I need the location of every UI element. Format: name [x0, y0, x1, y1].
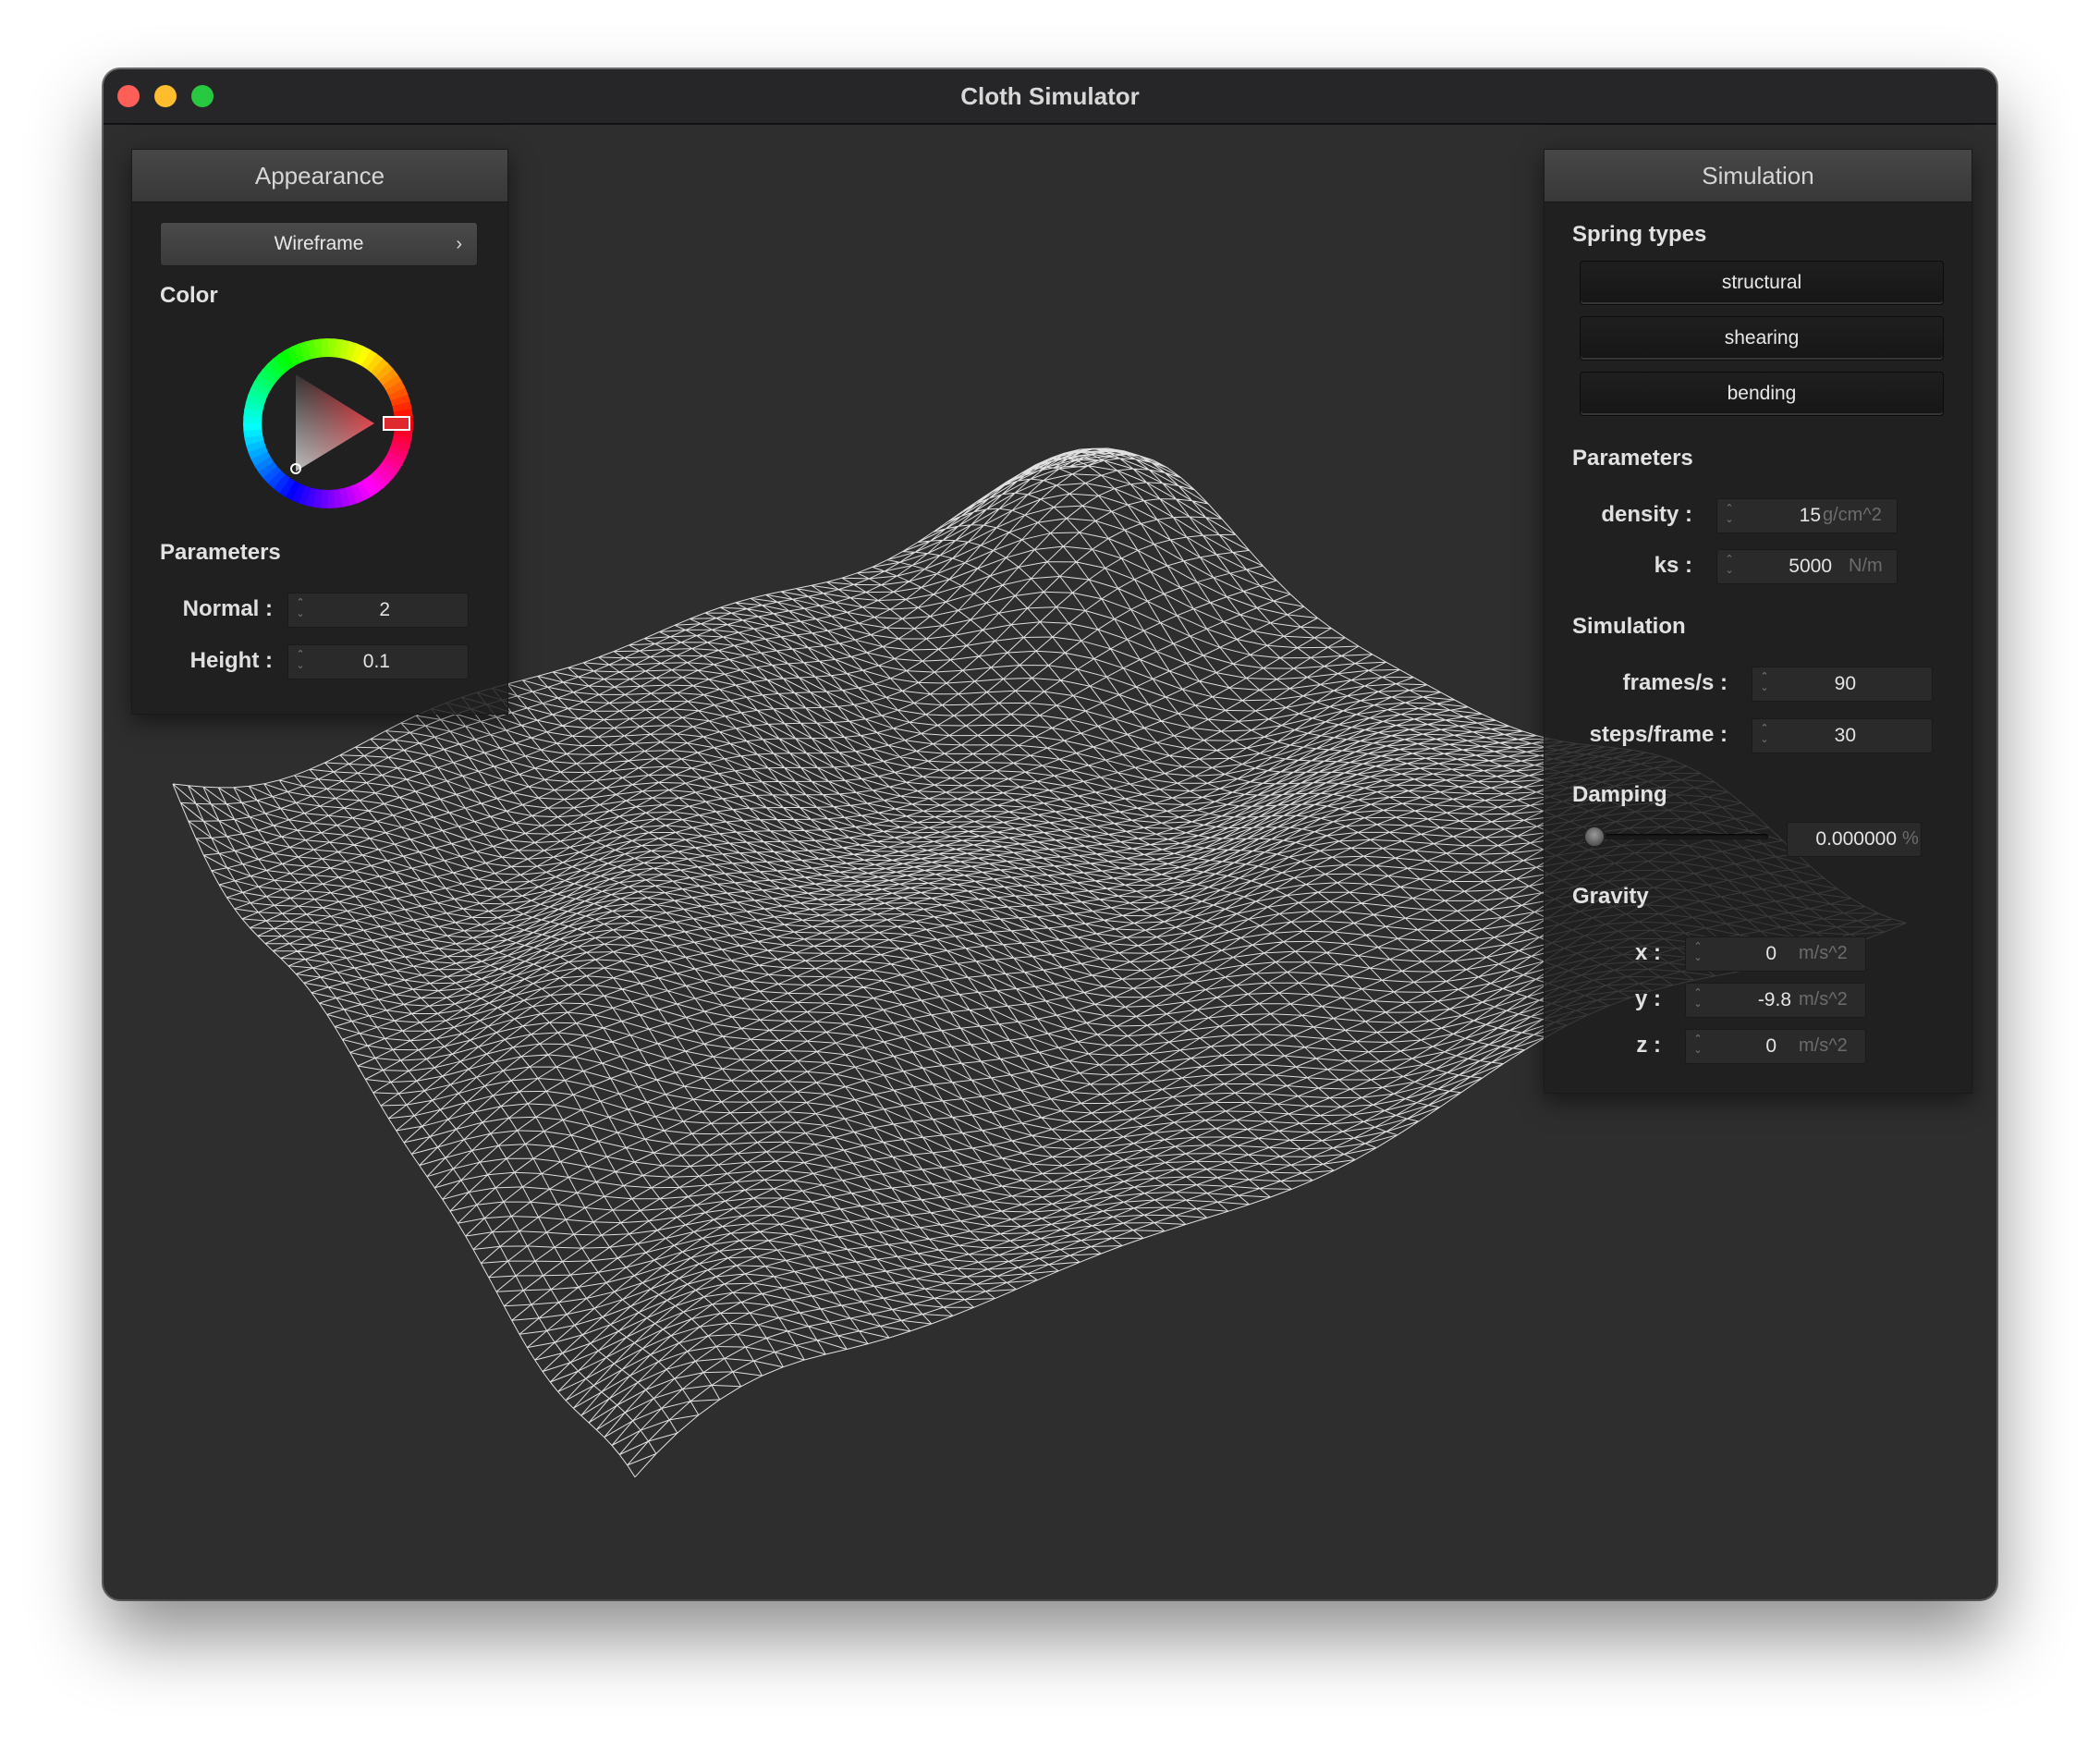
spring-shearing-toggle[interactable]: shearing: [1580, 316, 1944, 361]
height-label: Height :: [189, 648, 273, 673]
damping-slider-track[interactable]: [1587, 834, 1768, 839]
shader-select-button[interactable]: Wireframe ›: [160, 222, 478, 266]
spinner-arrows-icon[interactable]: ⌃ ⌄: [1758, 723, 1771, 749]
height-value: 0.1: [362, 651, 390, 672]
gravity-z-value: 0: [1765, 1035, 1776, 1057]
gravity-y-label: y :: [1634, 986, 1661, 1011]
window-title: Cloth Simulator: [960, 82, 1140, 110]
spinner-arrows-icon[interactable]: ⌃ ⌄: [1723, 554, 1736, 580]
gravity-x-value: 0: [1765, 943, 1776, 964]
ks-label: ks :: [1654, 553, 1692, 578]
normal-value: 2: [379, 599, 390, 620]
gravity-z-label: z :: [1636, 1033, 1661, 1058]
chevron-right-icon: ›: [456, 234, 462, 254]
shader-select-label: Wireframe: [274, 233, 364, 254]
simulation-panel: Simulation Spring types structural shear…: [1544, 149, 1972, 1094]
gravity-x-input[interactable]: ⌃ ⌄ 0 m/s^2: [1685, 936, 1866, 972]
simulation-section-label: Simulation: [1572, 614, 1686, 639]
normal-input[interactable]: ⌃ ⌄ 2: [287, 593, 469, 628]
normal-label: Normal :: [182, 596, 273, 621]
spring-bending-toggle[interactable]: bending: [1580, 372, 1944, 416]
hue-selector-marker[interactable]: [383, 416, 410, 431]
damping-value: 0.000000: [1815, 828, 1897, 850]
density-value: 15: [1799, 505, 1821, 526]
title-bar: Cloth Simulator: [104, 69, 1996, 125]
steps-per-frame-label: steps/frame :: [1589, 722, 1728, 747]
gravity-y-value: -9.8: [1757, 989, 1791, 1010]
simulation-panel-header[interactable]: Simulation: [1544, 150, 1972, 202]
gravity-label: Gravity: [1572, 884, 1649, 909]
gravity-x-unit: m/s^2: [1799, 943, 1848, 963]
damping-slider-handle[interactable]: [1583, 826, 1606, 848]
app-window: Cloth Simulator Appearance Wireframe › C…: [104, 69, 1996, 1599]
damping-input[interactable]: 0.000000 %: [1787, 822, 1922, 857]
gravity-y-input[interactable]: ⌃ ⌄ -9.8 m/s^2: [1685, 983, 1866, 1018]
spinner-arrows-icon[interactable]: ⌃ ⌄: [1691, 987, 1704, 1013]
gravity-z-input[interactable]: ⌃ ⌄ 0 m/s^2: [1685, 1029, 1866, 1064]
color-section-label: Color: [160, 283, 218, 308]
frames-per-second-label: frames/s :: [1622, 670, 1728, 695]
height-input[interactable]: ⌃ ⌄ 0.1: [287, 644, 469, 679]
spinner-arrows-icon[interactable]: ⌃ ⌄: [1691, 941, 1704, 967]
damping-label: Damping: [1572, 782, 1667, 807]
density-input[interactable]: ⌃ ⌄ 15 g/cm^2: [1716, 498, 1898, 533]
density-label: density :: [1601, 502, 1692, 527]
gravity-x-label: x :: [1634, 940, 1661, 965]
ks-value: 5000: [1789, 556, 1832, 577]
simulation-parameters-label: Parameters: [1572, 446, 1693, 471]
steps-per-frame-input[interactable]: ⌃ ⌄ 30: [1752, 718, 1933, 753]
frames-per-second-value: 90: [1834, 673, 1856, 694]
appearance-panel-header[interactable]: Appearance: [132, 150, 507, 202]
color-wheel[interactable]: [236, 331, 421, 516]
spring-types-label: Spring types: [1572, 222, 1707, 247]
spinner-arrows-icon[interactable]: ⌃ ⌄: [294, 649, 307, 675]
density-unit: g/cm^2: [1823, 505, 1882, 525]
ks-unit: N/m: [1849, 556, 1883, 576]
spinner-arrows-icon[interactable]: ⌃ ⌄: [1723, 503, 1736, 529]
appearance-parameters-label: Parameters: [160, 540, 281, 565]
gravity-z-unit: m/s^2: [1799, 1035, 1848, 1056]
ks-input[interactable]: ⌃ ⌄ 5000 N/m: [1716, 549, 1898, 584]
appearance-panel: Appearance Wireframe › Color Parameters …: [131, 149, 508, 715]
spinner-arrows-icon[interactable]: ⌃ ⌄: [1691, 1034, 1704, 1059]
spinner-arrows-icon[interactable]: ⌃ ⌄: [294, 597, 307, 623]
frames-per-second-input[interactable]: ⌃ ⌄ 90: [1752, 667, 1933, 702]
spinner-arrows-icon[interactable]: ⌃ ⌄: [1758, 671, 1771, 697]
damping-unit: %: [1902, 828, 1919, 849]
steps-per-frame-value: 30: [1834, 725, 1856, 746]
spring-structural-toggle[interactable]: structural: [1580, 261, 1944, 305]
gravity-y-unit: m/s^2: [1799, 989, 1848, 1010]
